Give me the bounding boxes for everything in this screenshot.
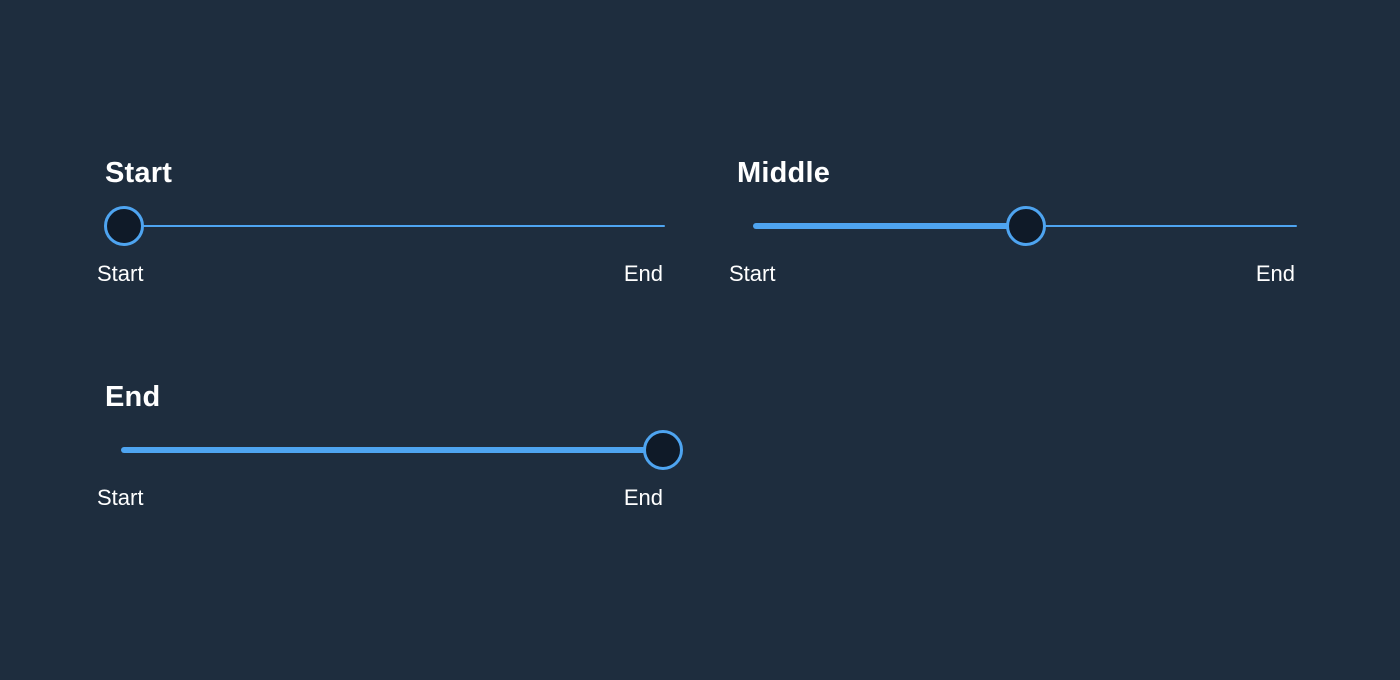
slider-track[interactable] [729,204,1309,248]
slider-track-active [121,447,663,453]
slider-track-active [753,223,1026,229]
slider-end-label: End [623,485,663,510]
slider-start-label: Start [97,261,144,286]
slider-title: Start [105,157,173,189]
slider-thumb[interactable] [104,206,144,246]
slider-track-inactive [124,225,665,227]
slider-title: Middle [737,157,831,189]
slider-title: End [105,381,161,413]
slider-end-label: End [1255,261,1295,286]
slider-start-label: Start [97,485,144,510]
slider-track[interactable] [97,428,683,472]
slider-thumb[interactable] [643,430,683,470]
slider-track[interactable] [97,204,677,248]
slider-thumb[interactable] [1005,206,1046,246]
slider-start-group: Start Start End [97,156,677,286]
slider-start-label: Start [729,261,776,286]
slider-end-group: End Start End [97,380,683,510]
slider-demo-page: Start Start End Middle Start End End Sta… [0,0,1400,680]
slider-middle-group: Middle Start End [729,156,1309,286]
slider-end-label: End [623,261,663,286]
